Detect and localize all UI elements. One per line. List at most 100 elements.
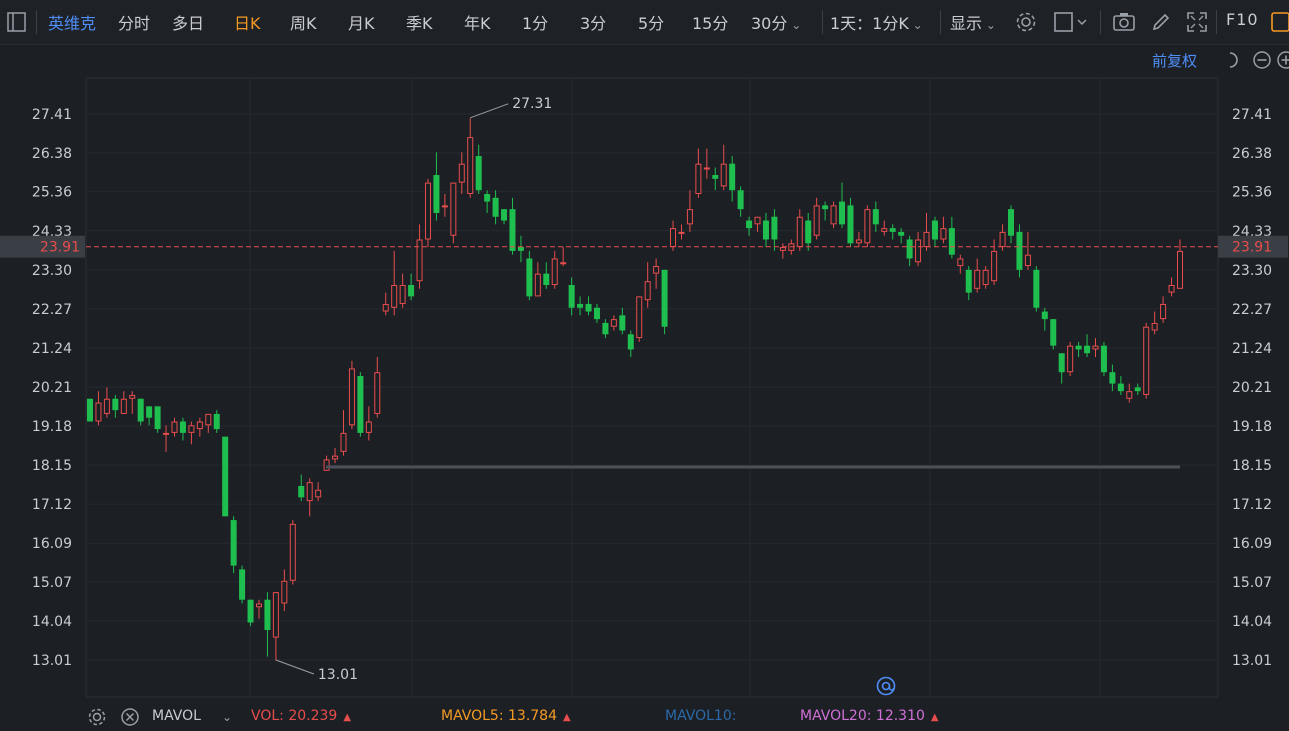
candle: [1134, 383, 1141, 395]
candle-body-up: [416, 239, 423, 282]
candle: [205, 413, 212, 433]
tab-intraday[interactable]: 分时: [118, 10, 150, 34]
y-tick-label-left: 13.01: [32, 653, 72, 669]
candle: [526, 250, 533, 301]
tab-yearly-k[interactable]: 年K: [464, 10, 491, 34]
panel-toggle-icon[interactable]: [1270, 11, 1289, 33]
layout-box-icon[interactable]: [1053, 11, 1087, 33]
fullscreen-icon[interactable]: [1186, 11, 1208, 33]
y-tick-label-right: 15.07: [1232, 575, 1272, 591]
tab-15min[interactable]: 15分: [692, 10, 728, 34]
tab-monthly-k[interactable]: 月K: [348, 10, 375, 34]
candle-body-up: [923, 231, 930, 248]
candle-body-up: [940, 228, 947, 240]
candle-body-down: [577, 303, 584, 308]
sidebar-toggle-icon[interactable]: [6, 11, 28, 33]
candle: [754, 216, 761, 232]
high-low-annotations: 27.31 13.01: [275, 96, 552, 683]
candle: [965, 266, 972, 301]
candle: [889, 224, 896, 240]
adjust-mode-button[interactable]: 前复权: [1152, 50, 1197, 71]
tab-1min[interactable]: 1分: [522, 10, 548, 34]
candle: [433, 152, 440, 221]
candle-body-down: [627, 334, 634, 350]
candle: [315, 482, 322, 502]
tab-3min[interactable]: 3分: [580, 10, 606, 34]
candle-body-down: [661, 269, 668, 327]
candle: [931, 216, 938, 248]
toolbar-divider: [36, 10, 37, 34]
candle: [365, 406, 372, 441]
tab-weekly-k[interactable]: 周K: [290, 10, 317, 34]
zoom-in-icon[interactable]: [1276, 50, 1289, 74]
at-marker-icon[interactable]: [876, 676, 896, 700]
candle-body-up: [670, 228, 677, 248]
candle: [357, 372, 364, 437]
y-tick-label-right: 20.21: [1232, 380, 1272, 396]
indicator-settings-gear-icon[interactable]: [87, 707, 107, 731]
settings-gear-icon[interactable]: [1015, 11, 1037, 33]
tab-5min[interactable]: 5分: [638, 10, 664, 34]
candle: [1092, 338, 1099, 358]
candle: [1041, 307, 1048, 331]
candle-body-down: [433, 175, 440, 213]
f10-button[interactable]: F10: [1226, 10, 1259, 29]
chevron-down-icon[interactable]: ⌄: [222, 710, 232, 724]
candle: [424, 178, 431, 248]
candle-body-down: [179, 421, 186, 433]
candle: [272, 592, 279, 661]
indicator-close-icon[interactable]: [120, 707, 140, 731]
candle-body-up: [255, 603, 262, 608]
candle-body-down: [712, 175, 719, 179]
undo-icon[interactable]: [1224, 50, 1244, 74]
candle-body-down: [408, 285, 415, 297]
kline-chart[interactable]: 27.41 27.41 26.38 26.38 25.36 25.36 24.33 24.33…: [0, 44, 1289, 701]
y-tick-label-right: 19.18: [1232, 419, 1272, 435]
candle: [1100, 341, 1107, 377]
candlestick-chart-svg[interactable]: 27.41 27.4126.38 26.3825.36 25.3624.33 24.33…: [0, 44, 1289, 701]
zoom-out-icon[interactable]: [1252, 50, 1272, 74]
toolbar-divider: [822, 10, 823, 34]
stock-name[interactable]: 英维克: [48, 10, 96, 34]
candle-body-up: [289, 523, 296, 581]
candle-body-down: [1134, 387, 1141, 392]
candle: [348, 360, 355, 430]
tab-30min-dropdown[interactable]: 30分: [751, 10, 801, 34]
candle-body-up: [205, 413, 212, 426]
candle-body-down: [568, 285, 575, 308]
candle: [1084, 334, 1091, 358]
candle: [323, 455, 330, 471]
candle-body-down: [805, 220, 812, 244]
candle: [653, 258, 660, 289]
candle: [627, 330, 634, 358]
pen-draw-icon[interactable]: [1150, 11, 1172, 33]
tab-daily-k[interactable]: 日K: [234, 10, 261, 34]
indicator-select[interactable]: MAVOL: [152, 708, 201, 724]
candle: [957, 254, 964, 274]
mavol5-label: MAVOL5:: [441, 708, 504, 724]
toolbar-divider: [1100, 10, 1101, 34]
period-select[interactable]: 1天：1分K: [830, 10, 923, 34]
candle: [340, 410, 347, 456]
candle-body-up: [1067, 345, 1074, 373]
candle: [171, 417, 178, 437]
candle: [813, 197, 820, 240]
tab-multi-day[interactable]: 多日: [172, 10, 204, 34]
candle-body-down: [87, 398, 93, 422]
candle-body-down: [729, 163, 736, 191]
mavol5-readout: MAVOL5: 13.784 ▲: [441, 708, 571, 724]
y-tick-label-right: 13.01: [1232, 653, 1272, 669]
y-tick-label-left: 25.36: [32, 185, 72, 201]
candle-body-up: [171, 421, 178, 433]
candle-body-up: [424, 182, 431, 240]
tab-quarterly-k[interactable]: 季K: [406, 10, 433, 34]
display-dropdown[interactable]: 显示: [950, 10, 996, 34]
current-price-tag-left: 23.91: [40, 240, 80, 256]
y-tick-label-right: 23.30: [1232, 263, 1272, 279]
candle: [1008, 205, 1015, 244]
candle-body-up: [534, 273, 541, 297]
candle-body-down: [948, 228, 955, 255]
candle-body-up: [915, 239, 922, 263]
candle: [484, 190, 491, 213]
camera-icon[interactable]: [1112, 11, 1135, 33]
